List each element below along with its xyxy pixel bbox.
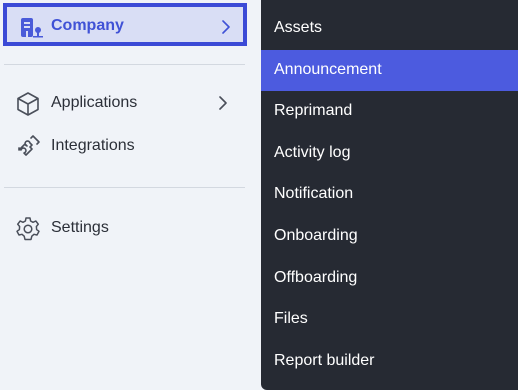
sidebar-item-label: Integrations <box>51 137 135 154</box>
sidebar-item-integrations[interactable]: Integrations <box>0 129 245 163</box>
sidebar-item-label: Applications <box>51 94 138 111</box>
submenu-item-announcement[interactable]: Announcement <box>261 50 518 91</box>
sidebar-item-label: Company <box>51 17 124 34</box>
sidebar: Company Applications Integrations Settin… <box>0 0 261 390</box>
submenu-item-label: Offboarding <box>274 269 358 286</box>
submenu-item-files[interactable]: Files <box>261 299 518 340</box>
divider <box>4 64 245 65</box>
submenu-item-label: Assets <box>274 19 323 36</box>
chevron-right-icon <box>217 96 229 110</box>
submenu-item-notification[interactable]: Notification <box>261 174 518 215</box>
submenu-item-label: Report builder <box>274 352 375 369</box>
submenu-item-report-builder[interactable]: Report builder <box>261 341 518 382</box>
submenu-item-assets[interactable]: Assets <box>261 8 518 49</box>
chevron-right-icon <box>220 20 232 34</box>
puzzle-icon <box>15 134 41 160</box>
cube-icon <box>15 91 41 117</box>
sidebar-item-settings[interactable]: Settings <box>0 211 245 245</box>
submenu-item-label: Reprimand <box>274 102 353 119</box>
sidebar-item-label: Settings <box>51 219 109 236</box>
gear-icon <box>15 216 41 242</box>
submenu-item-label: Files <box>274 310 308 327</box>
submenu-item-onboarding[interactable]: Onboarding <box>261 216 518 257</box>
submenu-item-reprimand[interactable]: Reprimand <box>261 91 518 132</box>
divider <box>4 187 245 188</box>
company-submenu: Assets Announcement Reprimand Activity l… <box>261 0 518 390</box>
submenu-item-label: Announcement <box>274 61 382 78</box>
submenu-item-label: Activity log <box>274 144 351 161</box>
submenu-item-activity-log[interactable]: Activity log <box>261 133 518 174</box>
company-building-icon <box>19 15 45 41</box>
submenu-item-label: Notification <box>274 185 354 202</box>
submenu-item-label: Onboarding <box>274 227 358 244</box>
submenu-item-offboarding[interactable]: Offboarding <box>261 258 518 299</box>
sidebar-item-company[interactable]: Company <box>3 3 247 46</box>
sidebar-item-applications[interactable]: Applications <box>0 86 245 120</box>
